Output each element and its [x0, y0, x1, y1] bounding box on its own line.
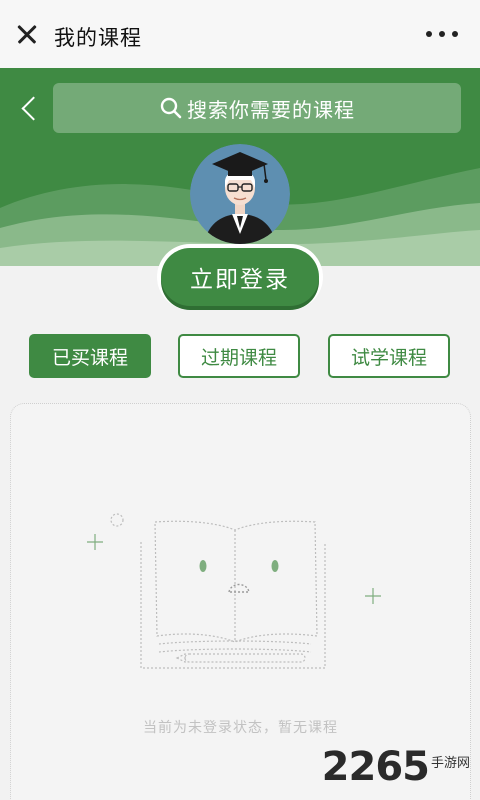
more-horizontal-icon[interactable]: [426, 26, 458, 42]
close-icon[interactable]: [12, 18, 44, 50]
search-placeholder: 搜索你需要的课程: [187, 97, 355, 122]
page-title: 我的课程: [54, 26, 142, 50]
course-tabs: 已买课程 过期课程 试学课程: [0, 334, 480, 380]
back-button[interactable]: [18, 94, 42, 124]
tab-purchased-courses[interactable]: 已买课程: [29, 334, 151, 378]
empty-state-message: 当前为未登录状态，暂无课程: [143, 720, 338, 736]
login-button[interactable]: 立即登录: [157, 244, 323, 310]
avatar: [190, 144, 290, 244]
top-bar: 我的课程: [0, 0, 480, 68]
search-icon: [160, 97, 182, 119]
tab-expired-courses[interactable]: 过期课程: [178, 334, 300, 378]
watermark-logo: 2265 手游网: [322, 745, 470, 789]
tab-trial-courses[interactable]: 试学课程: [328, 334, 450, 378]
login-button-label: 立即登录: [190, 267, 290, 293]
empty-state-card: 当前为未登录状态，暂无课程: [10, 403, 471, 800]
empty-book-icon: [87, 513, 381, 669]
search-input[interactable]: 搜索你需要的课程: [53, 83, 461, 133]
watermark-site: 手游网: [430, 756, 470, 771]
watermark-number: 2265: [321, 744, 430, 790]
